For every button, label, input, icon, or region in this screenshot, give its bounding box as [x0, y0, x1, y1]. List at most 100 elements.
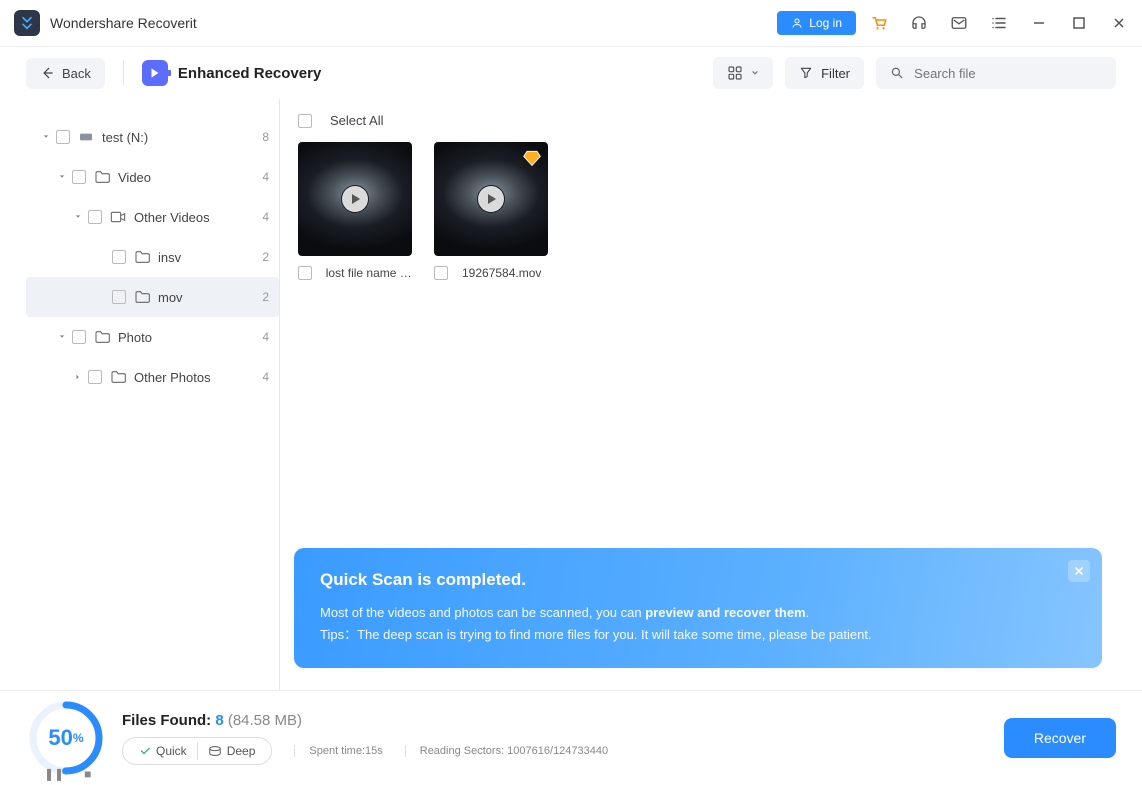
tree-label: test (N:) [102, 130, 148, 145]
pause-scan-button[interactable]: ❚❚ [44, 767, 64, 781]
filter-label: Filter [821, 66, 850, 81]
reading-sectors: Reading Sectors: 1007616/124733440 [405, 745, 608, 757]
mode-title: Enhanced Recovery [178, 65, 321, 82]
tree-caret-icon[interactable] [56, 331, 68, 343]
drive-icon [78, 129, 94, 145]
file-name: lost file name (... [326, 266, 412, 280]
tree-checkbox[interactable] [88, 370, 102, 384]
search-wrap [876, 57, 1116, 89]
tree-count: 2 [262, 290, 269, 304]
select-all-checkbox[interactable] [298, 114, 312, 128]
tree-item-video[interactable]: Video 4 [26, 157, 279, 197]
banner-title: Quick Scan is completed. [320, 570, 1076, 590]
cart-icon[interactable] [870, 14, 888, 32]
tree-count: 4 [262, 210, 269, 224]
tree-count: 4 [262, 170, 269, 184]
tree-caret-icon[interactable] [72, 371, 84, 383]
tree-caret-icon[interactable] [72, 211, 84, 223]
play-icon [342, 186, 368, 212]
deep-scan-option[interactable]: Deep [198, 742, 266, 760]
maximize-icon[interactable] [1070, 14, 1088, 32]
premium-badge-icon [522, 148, 542, 168]
footer: 50% Files Found: 8 (84.58 MB) Quick Deep… [0, 690, 1142, 785]
chevron-down-icon [751, 69, 759, 77]
progress-ring: 50% [26, 698, 106, 778]
sidebar: test (N:) 8 Video 4 Other Videos 4 insv2 mov 2 Ph… [26, 99, 280, 690]
toolbar: Back Enhanced Recovery Filter [0, 47, 1142, 99]
folder-icon [134, 249, 150, 265]
tree-label: Video [118, 170, 151, 185]
tree-checkbox[interactable] [72, 330, 86, 344]
folder-icon [94, 169, 110, 185]
tree-checkbox[interactable] [56, 130, 70, 144]
spent-time: Spent time:15s [294, 745, 382, 757]
video-icon [110, 209, 126, 225]
file-thumbnail[interactable] [298, 142, 412, 256]
tree-count: 4 [262, 330, 269, 344]
tree-checkbox[interactable] [112, 250, 126, 264]
app-title: Wondershare Recoverit [50, 15, 197, 31]
file-grid: lost file name (... 19267584.mov [298, 142, 1098, 280]
recover-button[interactable]: Recover [1004, 718, 1116, 758]
stop-scan-button[interactable]: ■ [84, 767, 91, 781]
filter-button[interactable]: Filter [785, 57, 864, 89]
mode-icon [142, 60, 168, 86]
support-icon[interactable] [910, 14, 928, 32]
files-found: Files Found: 8 (84.58 MB) [122, 712, 1004, 729]
list-icon[interactable] [990, 14, 1008, 32]
file-name: 19267584.mov [462, 266, 541, 280]
tree-checkbox[interactable] [88, 210, 102, 224]
back-label: Back [62, 66, 91, 81]
scan-mode-pill[interactable]: Quick Deep [122, 737, 272, 765]
login-button[interactable]: Log in [777, 11, 856, 35]
file-card[interactable]: 19267584.mov [434, 142, 548, 280]
scan-controls: ❚❚ ■ [44, 767, 91, 781]
tree-item-test-n-[interactable]: test (N:) 8 [26, 117, 279, 157]
scan-complete-banner: Quick Scan is completed. Most of the vid… [294, 548, 1102, 668]
tree-count: 4 [262, 370, 269, 384]
tree-checkbox[interactable] [72, 170, 86, 184]
tree-count: 8 [262, 130, 269, 144]
title-bar: Wondershare Recoverit Log in [0, 0, 1142, 47]
close-icon[interactable] [1110, 14, 1128, 32]
tree-caret-icon[interactable] [56, 171, 68, 183]
toolbar-divider [123, 60, 124, 86]
tree-item-photo[interactable]: Photo 4 [26, 317, 279, 357]
search-icon [890, 65, 904, 81]
minimize-icon[interactable] [1030, 14, 1048, 32]
file-checkbox[interactable] [434, 266, 448, 280]
banner-close-button[interactable] [1068, 560, 1090, 582]
file-card[interactable]: lost file name (... [298, 142, 412, 280]
banner-line2: Tips：The deep scan is trying to find mor… [320, 624, 1076, 646]
tree-checkbox[interactable] [112, 290, 126, 304]
content-area: Select All lost file name (... 19267584.m… [280, 99, 1116, 690]
tree-label: mov [158, 290, 183, 305]
app-logo [14, 10, 40, 36]
search-input[interactable] [914, 66, 1102, 81]
folder-icon [94, 329, 110, 345]
quick-scan-option[interactable]: Quick [129, 742, 197, 760]
tree-item-other-videos[interactable]: Other Videos 4 [26, 197, 279, 237]
tree-caret-icon[interactable] [40, 131, 52, 143]
tree-item-mov[interactable]: mov 2 [26, 277, 279, 317]
select-all-label: Select All [330, 113, 383, 128]
tree-caret-icon[interactable] [96, 251, 108, 263]
tree-label: insv [158, 250, 181, 265]
play-icon [478, 186, 504, 212]
tree-caret-icon[interactable] [96, 291, 108, 303]
file-thumbnail[interactable] [434, 142, 548, 256]
banner-line1: Most of the videos and photos can be sca… [320, 602, 1076, 624]
tree-label: Photo [118, 330, 152, 345]
folder-icon [110, 369, 126, 385]
mail-icon[interactable] [950, 14, 968, 32]
tree-item-insv[interactable]: insv2 [26, 237, 279, 277]
select-all-row: Select All [298, 113, 1098, 128]
folder-icon [134, 289, 150, 305]
file-checkbox[interactable] [298, 266, 312, 280]
view-toggle-button[interactable] [713, 57, 773, 89]
tree-label: Other Videos [134, 210, 210, 225]
tree-item-other-photos[interactable]: Other Photos 4 [26, 357, 279, 397]
login-label: Log in [809, 16, 842, 30]
back-button[interactable]: Back [26, 58, 105, 89]
tree-label: Other Photos [134, 370, 211, 385]
